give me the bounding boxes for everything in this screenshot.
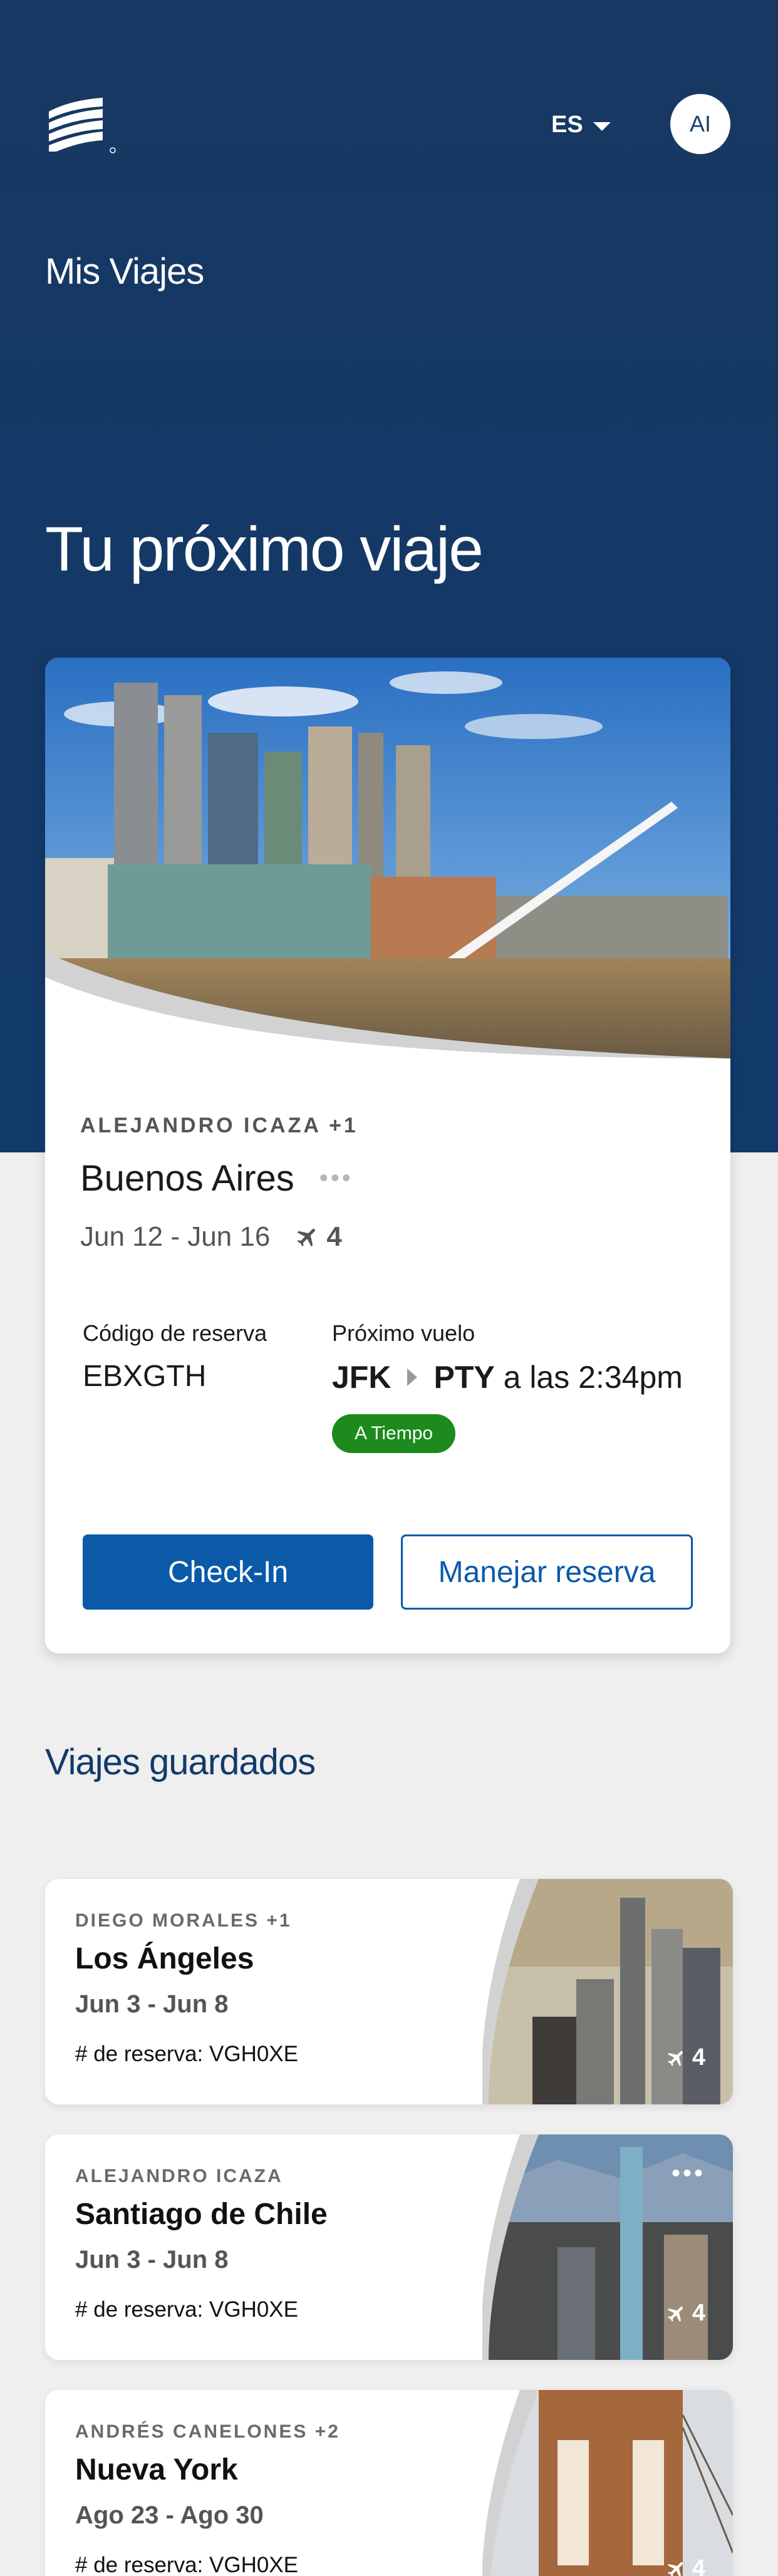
saved-trip-card[interactable]: DIEGO MORALES +1 Los Ángeles Jun 3 - Jun… — [45, 1879, 733, 2104]
airplane-icon — [667, 2051, 683, 2066]
arrow-right-icon — [407, 1368, 418, 1386]
flights-count: 4 — [666, 2044, 705, 2071]
airplane-icon — [667, 2306, 683, 2322]
flights-count: 4 — [295, 1221, 342, 1253]
confirmation-code: EBXGTH — [83, 1360, 207, 1393]
passenger-name: ALEJANDRO ICAZA — [75, 2166, 283, 2186]
reservation-number: # de reserva: VGH0XE — [75, 2042, 298, 2066]
passenger-name: ANDRÉS CANELONES +2 — [75, 2421, 340, 2442]
airplane-icon — [667, 2562, 683, 2576]
flights-count: 4 — [666, 2555, 705, 2576]
trip-city: Los Ángeles — [75, 1942, 254, 1975]
trip-dates: Jun 12 - Jun 16 4 — [80, 1221, 342, 1253]
saved-trip-card[interactable]: ••• ALEJANDRO ICAZA Santiago de Chile Ju… — [45, 2134, 733, 2360]
more-options-icon[interactable]: ••• — [672, 2160, 705, 2188]
origin-code: JFK — [332, 1360, 392, 1395]
airplane-icon — [297, 1228, 316, 1247]
destination-code: PTY — [433, 1360, 495, 1395]
flights-count-label: 4 — [692, 2044, 705, 2071]
new-york-photo — [482, 2390, 733, 2576]
trip-dates: Ago 23 - Ago 30 — [75, 2501, 264, 2529]
flights-count: 4 — [666, 2300, 705, 2327]
language-selector[interactable]: ES — [551, 111, 611, 138]
buenos-aires-photo — [45, 658, 730, 1058]
trip-dates: Jun 3 - Jun 8 — [75, 2246, 229, 2273]
confirmation-label: Código de reserva — [83, 1320, 267, 1346]
saved-trips-title: Viajes guardados — [45, 1742, 316, 1782]
next-flight-label: Próximo vuelo — [332, 1320, 475, 1346]
manage-booking-button[interactable]: Manejar reserva — [401, 1534, 693, 1610]
avatar[interactable]: AI — [670, 94, 730, 154]
trip-city-label: Buenos Aires — [80, 1158, 294, 1199]
chevron-down-icon — [593, 122, 611, 131]
saved-trip-card[interactable]: ANDRÉS CANELONES +2 Nueva York Ago 23 - … — [45, 2390, 733, 2576]
status-badge: A Tiempo — [332, 1414, 456, 1453]
passenger-name: ALEJANDRO ICAZA +1 — [80, 1114, 358, 1137]
page-title: Mis Viajes — [45, 251, 204, 292]
trip-city: Nueva York — [75, 2453, 238, 2486]
trip-dates-label: Jun 12 - Jun 16 — [80, 1221, 271, 1252]
trip-city: Santiago de Chile — [75, 2198, 328, 2231]
next-trip-card[interactable]: ALEJANDRO ICAZA +1 Buenos Aires ••• Jun … — [45, 658, 730, 1653]
flights-count-label: 4 — [326, 1221, 342, 1252]
airline-logo — [49, 98, 116, 153]
reservation-number: # de reserva: VGH0XE — [75, 2553, 298, 2576]
departure-time: a las 2:34pm — [503, 1360, 683, 1395]
trip-dates: Jun 3 - Jun 8 — [75, 1990, 229, 2018]
next-flight: JFK PTY a las 2:34pm — [332, 1359, 683, 1395]
language-label: ES — [551, 111, 583, 138]
more-options-icon[interactable]: ••• — [319, 1164, 353, 1192]
passenger-name: DIEGO MORALES +1 — [75, 1910, 292, 1931]
trip-city: Buenos Aires ••• — [80, 1157, 353, 1199]
checkin-button[interactable]: Check-In — [83, 1534, 373, 1610]
flights-count-label: 4 — [692, 2555, 705, 2576]
section-title: Tu próximo viaje — [45, 514, 484, 584]
flights-count-label: 4 — [692, 2300, 705, 2326]
reservation-number: # de reserva: VGH0XE — [75, 2297, 298, 2322]
